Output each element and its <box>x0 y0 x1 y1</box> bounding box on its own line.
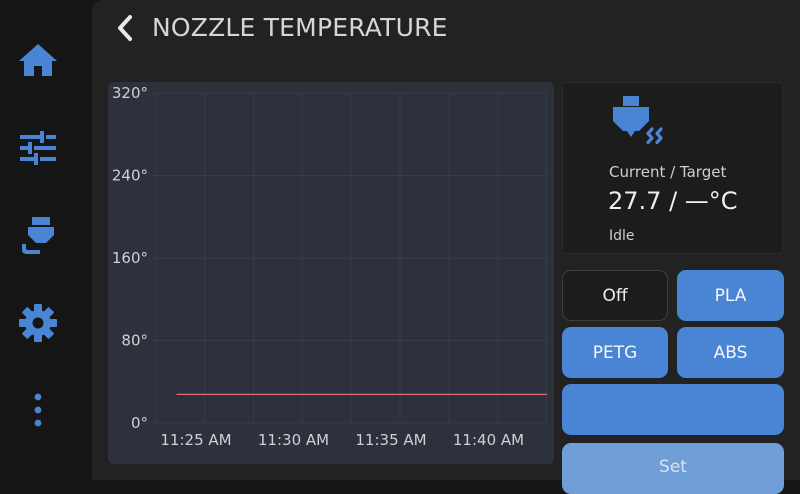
y-tick-label: 240° <box>112 167 148 185</box>
pla-button-label: PLA <box>714 285 747 306</box>
back-button[interactable] <box>108 10 142 46</box>
x-tick-label: 11:25 AM <box>160 431 231 449</box>
off-button[interactable]: Off <box>562 270 668 321</box>
temperature-chart: 320° 240° 160° 80° 0° 11:25 AM 11:30 AM 11:35 … <box>108 82 554 464</box>
y-tick-label: 80° <box>121 332 148 350</box>
set-button[interactable]: Set <box>562 443 784 494</box>
sidebar-item-extrude[interactable] <box>0 206 76 266</box>
home-icon <box>19 44 57 76</box>
x-axis-ticks: 11:25 AM 11:30 AM 11:35 AM 11:40 AM <box>160 431 524 449</box>
temperature-info-card: Current / Target 27.7 / —°C Idle <box>562 82 783 254</box>
abs-button-label: ABS <box>713 342 748 363</box>
status-text: Idle <box>609 228 635 244</box>
x-tick-label: 11:40 AM <box>453 431 524 449</box>
y-tick-label: 0° <box>131 414 148 432</box>
chart-canvas: 320° 240° 160° 80° 0° 11:25 AM 11:30 AM 11:35 … <box>112 84 547 449</box>
gear-icon <box>19 304 57 342</box>
abs-preset-button[interactable]: ABS <box>677 327 784 378</box>
petg-preset-button[interactable]: PETG <box>562 327 668 378</box>
nozzle-heat-icon <box>613 96 663 145</box>
sidebar-item-settings[interactable] <box>0 293 76 353</box>
current-target-label: Current / Target <box>609 163 727 181</box>
y-tick-label: 160° <box>112 249 148 267</box>
petg-button-label: PETG <box>592 342 638 363</box>
temperature-value: 27.7 / —°C <box>608 187 738 215</box>
pla-preset-button[interactable]: PLA <box>677 270 784 321</box>
off-button-label: Off <box>602 285 628 306</box>
x-tick-label: 11:35 AM <box>355 431 426 449</box>
y-axis-ticks: 320° 240° 160° 80° 0° <box>112 84 148 432</box>
custom-temperature-button[interactable] <box>562 384 784 435</box>
x-tick-label: 11:30 AM <box>258 431 329 449</box>
page-title: NOZZLE TEMPERATURE <box>152 13 448 42</box>
extruder-icon <box>22 217 54 254</box>
set-button-label: Set <box>659 457 687 477</box>
chevron-left-icon <box>118 15 132 41</box>
sidebar <box>0 0 76 480</box>
sidebar-item-tune[interactable] <box>0 118 76 178</box>
chart-grid <box>152 92 547 424</box>
y-tick-label: 320° <box>112 84 148 102</box>
more-vertical-icon <box>34 393 42 427</box>
sliders-icon <box>20 131 56 165</box>
sidebar-item-home[interactable] <box>0 30 76 90</box>
sidebar-item-more[interactable] <box>0 380 76 440</box>
